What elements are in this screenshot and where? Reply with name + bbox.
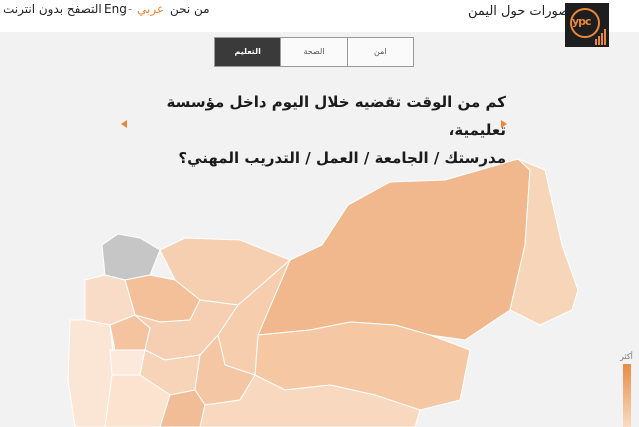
- previous-question-arrow-icon[interactable]: [121, 120, 127, 128]
- site-title[interactable]: تصورات حول اليمن: [468, 4, 573, 19]
- next-question-arrow-icon[interactable]: [501, 120, 507, 128]
- language-arabic-link[interactable]: عربي: [137, 2, 164, 16]
- topic-tabs: التعليم الصحة امن: [214, 37, 414, 67]
- language-english-link[interactable]: Eng: [104, 2, 127, 16]
- offline-browsing-link[interactable]: التصفح بدون انترنت: [3, 2, 102, 16]
- question-line-1: كم من الوقت تقضيه خلال اليوم داخل مؤسسة …: [166, 93, 507, 139]
- map-region-hadramaut[interactable]: [257, 158, 531, 341]
- about-us-link[interactable]: من نحن: [170, 2, 210, 16]
- language-separator: -: [128, 2, 133, 16]
- map-region-raymah[interactable]: [109, 349, 146, 376]
- tab-health[interactable]: الصحة: [280, 38, 346, 66]
- top-navigation-bar: التصفح بدون انترنت Eng - عربي من نحن تصو…: [0, 0, 639, 32]
- tab-security[interactable]: امن: [346, 38, 413, 66]
- tab-education[interactable]: التعليم: [215, 38, 281, 66]
- legend-high-label: أكثر: [620, 352, 633, 361]
- bars-icon: [595, 29, 606, 45]
- yemen-choropleth-map: [67, 158, 579, 427]
- logo-text: ypc: [572, 15, 592, 28]
- ypc-logo[interactable]: ypc: [565, 3, 609, 47]
- map-region-saada[interactable]: [101, 233, 161, 281]
- legend-color-scale: [623, 364, 631, 427]
